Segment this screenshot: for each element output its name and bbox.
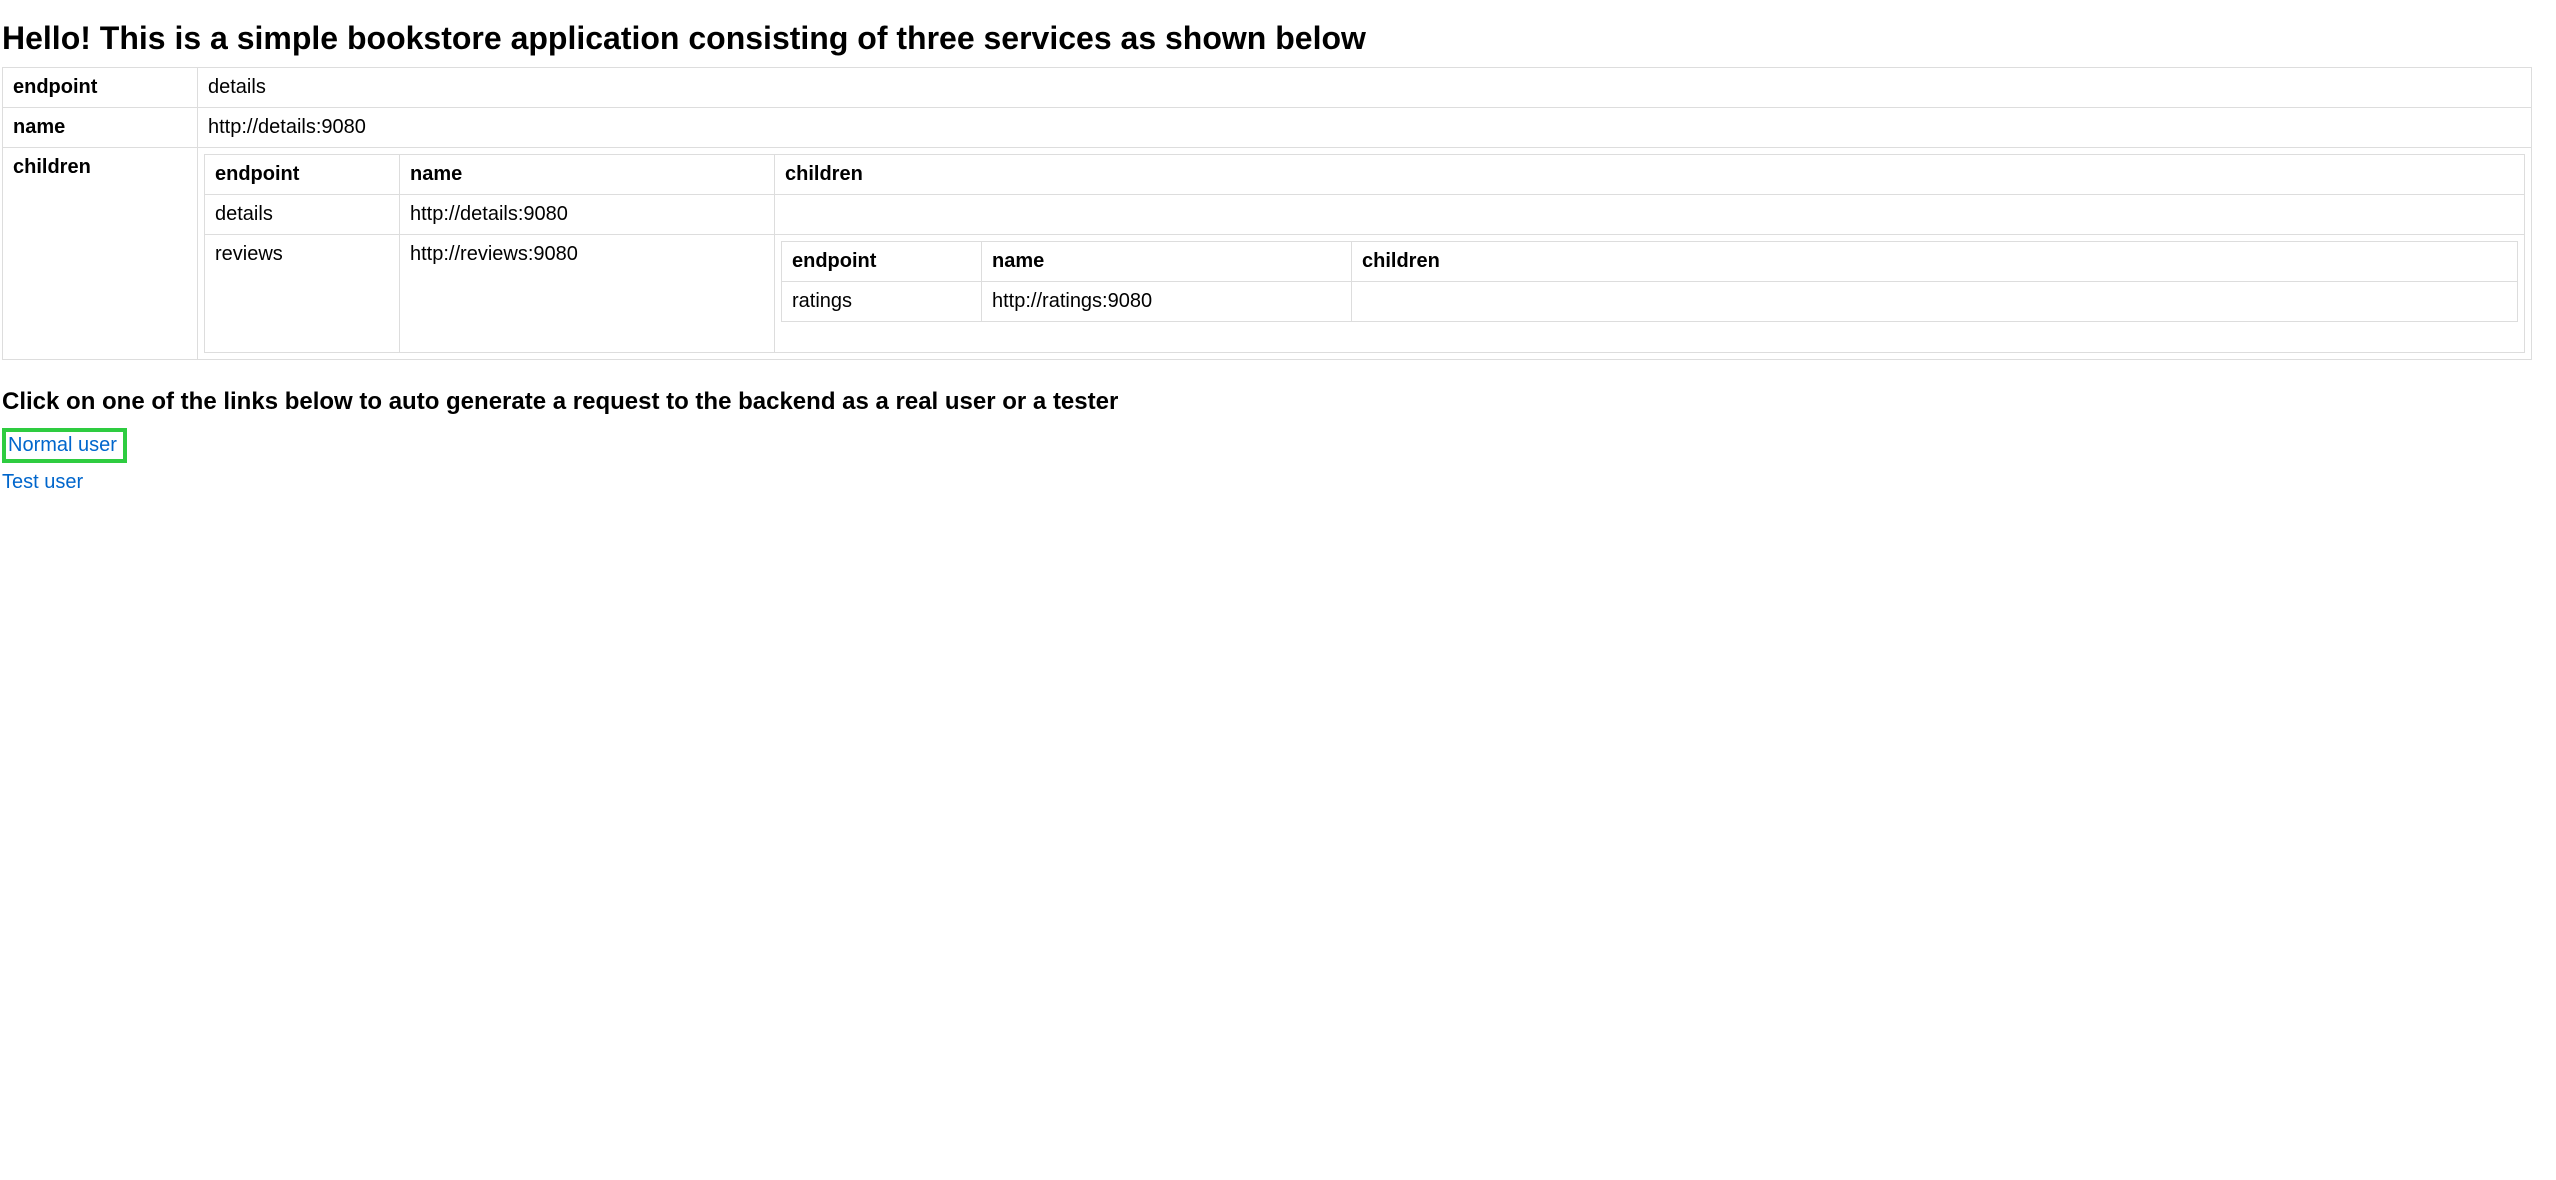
grandchildren-table: endpoint name children ratings http://ra…	[781, 241, 2518, 322]
links-heading: Click on one of the links below to auto …	[2, 388, 2556, 416]
col-header-endpoint: endpoint	[782, 242, 982, 282]
cell-children: endpoint name children ratings http://ra…	[775, 235, 2525, 353]
col-header-children: children	[1352, 242, 2518, 282]
cell-endpoint: details	[205, 195, 400, 235]
table-row: details http://details:9080	[205, 195, 2525, 235]
services-table: endpoint details name http://details:908…	[2, 67, 2532, 360]
table-row: reviews http://reviews:9080 endpoint nam…	[205, 235, 2525, 353]
col-header-name: name	[982, 242, 1352, 282]
col-header-endpoint: endpoint	[205, 155, 400, 195]
table-row: name http://details:9080	[3, 108, 2532, 148]
row-value-children: endpoint name children details http://de…	[198, 148, 2532, 360]
cell-name: http://ratings:9080	[982, 282, 1352, 322]
row-key-children: children	[3, 148, 198, 360]
link-row-normal: Normal user	[2, 428, 2556, 463]
col-header-children: children	[775, 155, 2525, 195]
row-key-endpoint: endpoint	[3, 68, 198, 108]
cell-endpoint: reviews	[205, 235, 400, 353]
col-header-name: name	[400, 155, 775, 195]
cell-endpoint: ratings	[782, 282, 982, 322]
cell-name: http://reviews:9080	[400, 235, 775, 353]
page-title: Hello! This is a simple bookstore applic…	[2, 20, 2556, 57]
link-row-test: Test user	[2, 471, 2556, 494]
row-value-name: http://details:9080	[198, 108, 2532, 148]
table-row: ratings http://ratings:9080	[782, 282, 2518, 322]
table-header-row: endpoint name children	[205, 155, 2525, 195]
table-header-row: endpoint name children	[782, 242, 2518, 282]
cell-children	[775, 195, 2525, 235]
normal-user-link[interactable]: Normal user	[8, 434, 117, 456]
cell-name: http://details:9080	[400, 195, 775, 235]
highlight-box: Normal user	[2, 428, 127, 463]
row-key-name: name	[3, 108, 198, 148]
cell-children	[1352, 282, 2518, 322]
children-table: endpoint name children details http://de…	[204, 154, 2525, 353]
row-value-endpoint: details	[198, 68, 2532, 108]
table-row: children endpoint name children details …	[3, 148, 2532, 360]
table-row: endpoint details	[3, 68, 2532, 108]
test-user-link[interactable]: Test user	[2, 471, 83, 493]
